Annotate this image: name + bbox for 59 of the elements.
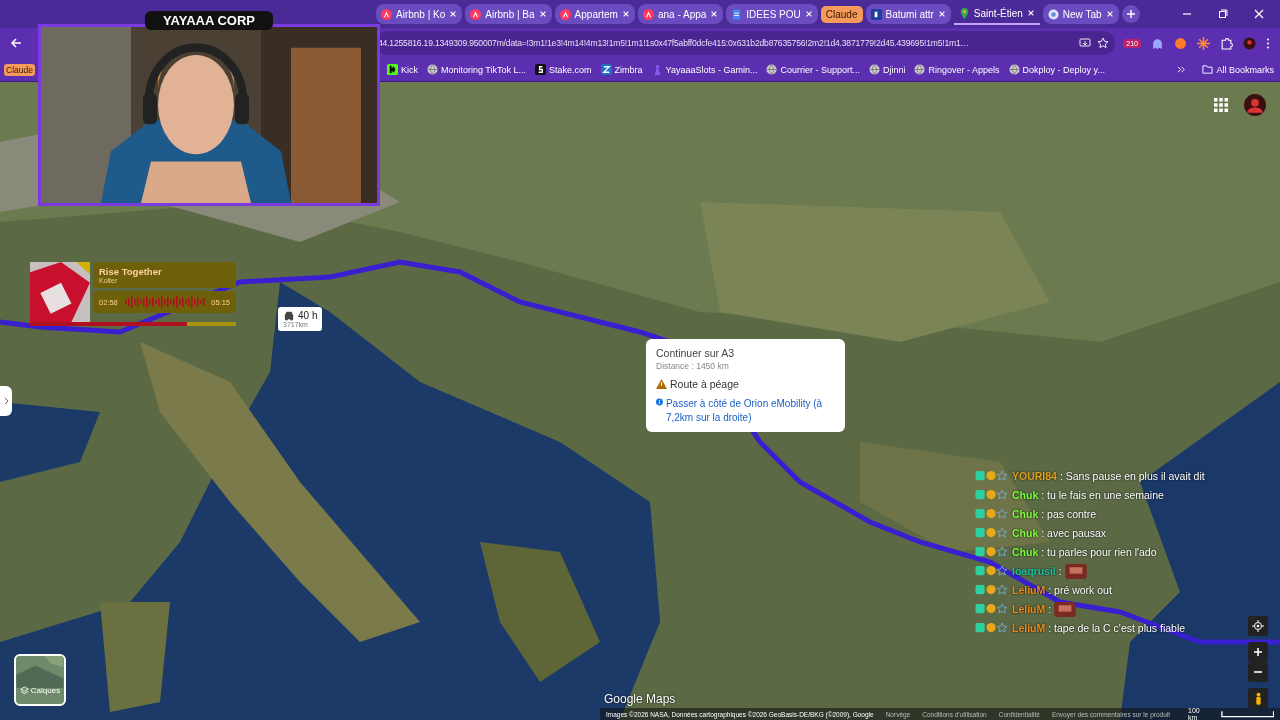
globe-icon <box>426 64 438 75</box>
browser-tab[interactable]: Airbnb | Ba <box>465 4 552 24</box>
globe-icon <box>766 64 778 75</box>
browser-tab[interactable]: New Tab <box>1042 4 1119 24</box>
bookmark-link[interactable]: Zimbra <box>600 64 643 75</box>
close-icon[interactable] <box>804 10 813 18</box>
browser-tab[interactable]: IDEES POU <box>726 4 818 24</box>
globe-icon <box>914 64 926 75</box>
stream-title: YAYAAA CORP <box>145 11 273 30</box>
globe-icon <box>1047 8 1059 20</box>
map-pin-icon <box>958 7 970 19</box>
tab-group-label[interactable]: Claude <box>820 5 863 23</box>
close-icon[interactable] <box>538 10 547 18</box>
browser-tab[interactable]: Appartem <box>554 4 635 24</box>
star-icon[interactable] <box>1097 37 1110 49</box>
extension-icon[interactable] <box>1174 36 1187 50</box>
install-icon[interactable] <box>1079 37 1092 49</box>
browser-tab[interactable]: Airbnb | Ko <box>376 4 463 24</box>
all-bookmarks-button[interactable]: All Bookmarks <box>1202 64 1274 75</box>
close-icon[interactable] <box>449 10 458 18</box>
sparkle-icon[interactable] <box>1197 36 1210 50</box>
close-icon[interactable] <box>1254 9 1264 19</box>
ghost-icon[interactable] <box>1151 36 1164 50</box>
close-icon[interactable] <box>1026 9 1035 17</box>
bookmark-link[interactable]: Dokploy - Deploy y... <box>1008 64 1105 75</box>
bookmark-link[interactable]: Courrier - Support... <box>766 64 860 75</box>
menu-icon[interactable] <box>1266 36 1270 50</box>
close-icon[interactable] <box>710 10 719 18</box>
close-icon[interactable] <box>937 10 946 18</box>
airbnb-icon <box>381 8 392 20</box>
close-icon[interactable] <box>1105 10 1114 18</box>
globe-icon <box>1008 64 1020 75</box>
folder-icon <box>1202 64 1214 75</box>
airbnb-icon <box>559 8 571 20</box>
airbnb-icon <box>470 8 482 20</box>
zimbra-logo <box>600 64 612 75</box>
globe-icon <box>868 64 880 75</box>
back-icon[interactable] <box>10 37 22 49</box>
puzzle-icon[interactable] <box>1220 36 1233 50</box>
booking-icon <box>870 8 882 20</box>
new-tab-button[interactable] <box>1121 5 1140 23</box>
profile-icon[interactable] <box>1243 36 1256 50</box>
chevron-icon[interactable] <box>1177 65 1187 74</box>
tab-group-chip[interactable]: Claude <box>4 63 35 76</box>
bookmark-link[interactable]: Stake.com <box>535 64 592 75</box>
browser-tab[interactable]: Batumi attr <box>865 4 951 24</box>
bookmark-link[interactable]: Ringover - Appels <box>914 64 1000 75</box>
browser-tab[interactable]: ana - Appa <box>637 4 724 24</box>
restore-icon[interactable] <box>1218 9 1228 19</box>
bookmark-link[interactable]: Djinni <box>868 64 906 75</box>
kick-logo <box>386 64 398 75</box>
document-icon <box>731 8 743 20</box>
airbnb-icon <box>642 8 654 20</box>
bookmark-link[interactable]: Kick <box>386 64 418 75</box>
bookmark-link[interactable]: YayaaaSlots - Gamin... <box>651 64 758 75</box>
close-icon[interactable] <box>621 10 630 18</box>
bookmark-link[interactable]: Monitoring TikTok L... <box>426 64 526 75</box>
plus-icon <box>1125 9 1136 19</box>
stake-logo <box>535 64 546 75</box>
